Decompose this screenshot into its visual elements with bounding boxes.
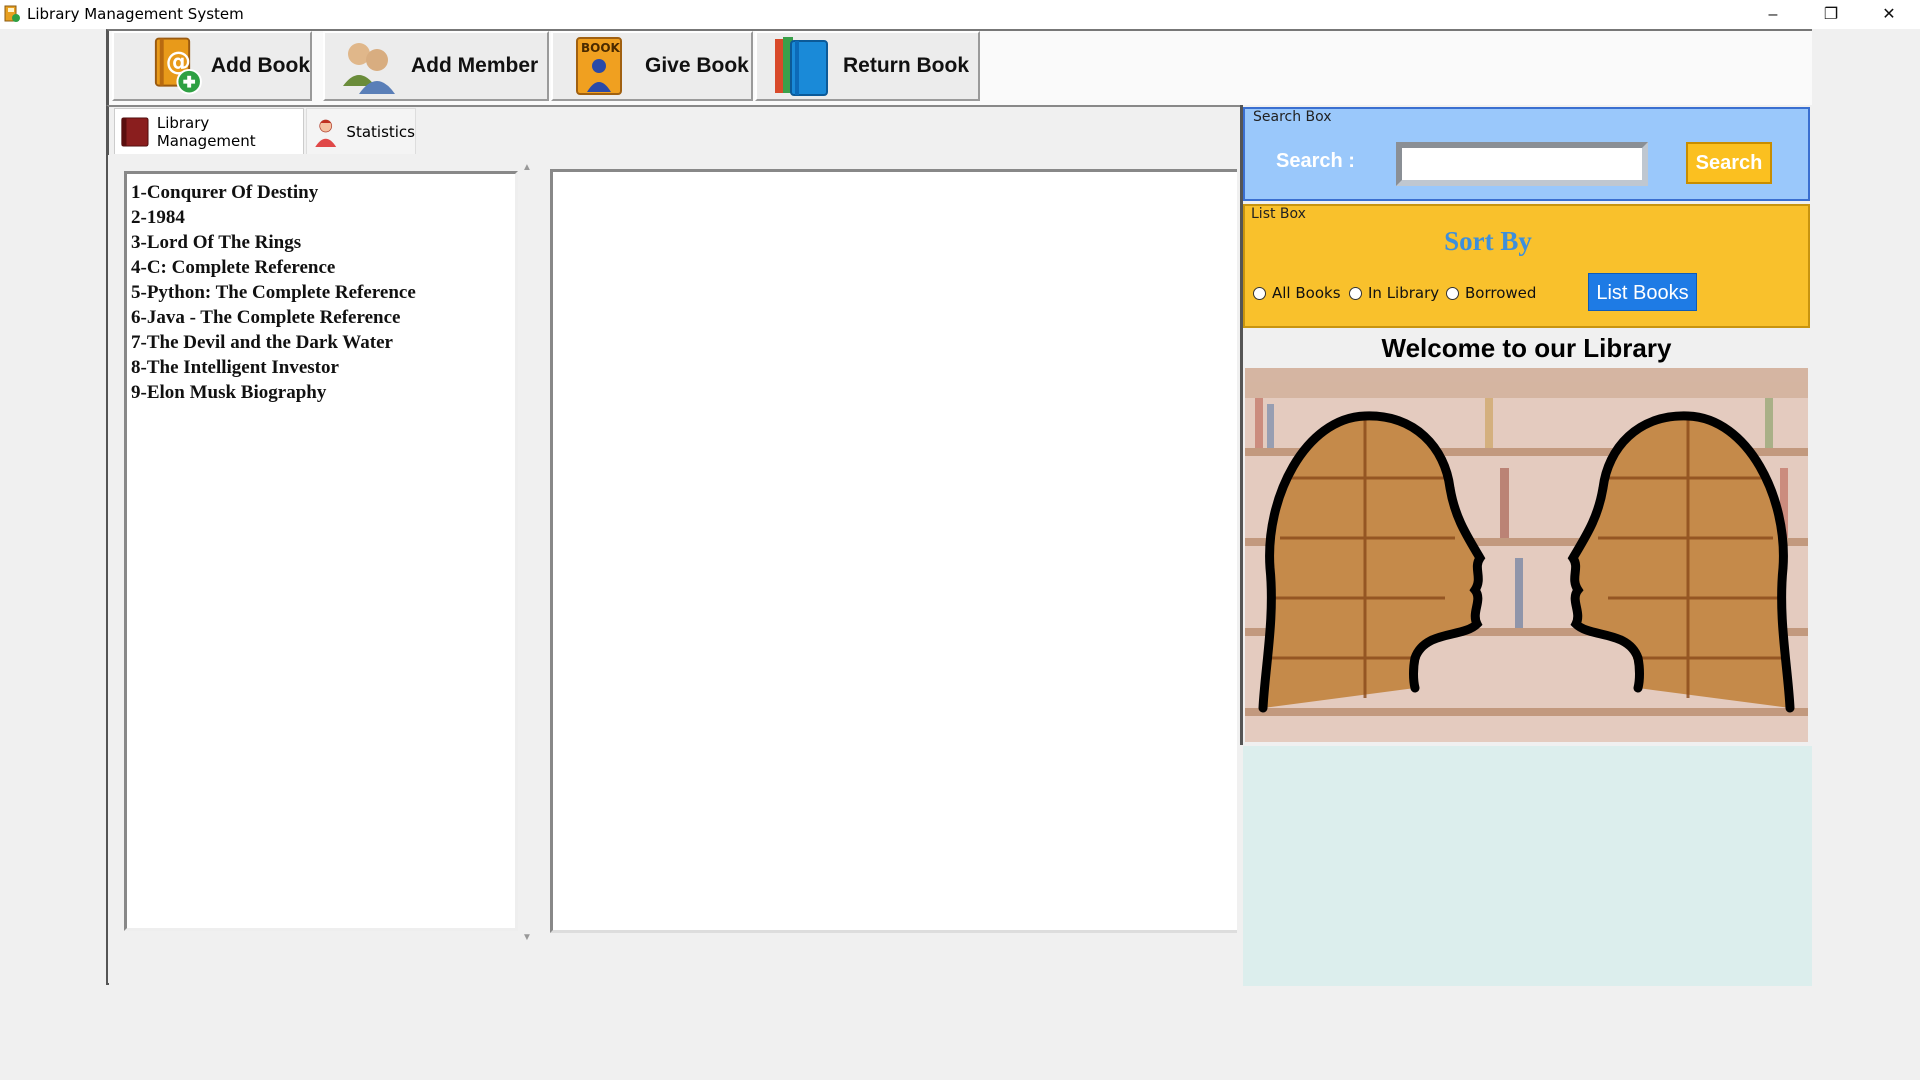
title-bar (0, 0, 1920, 29)
radio-borrowed[interactable]: Borrowed (1446, 284, 1536, 302)
right-lower-panel (1243, 746, 1812, 986)
add-member-button[interactable]: Add Member (323, 31, 549, 101)
list-item[interactable]: 5-Python: The Complete Reference (131, 280, 515, 305)
radio-icon[interactable] (1446, 286, 1459, 300)
list-item[interactable]: 8-The Intelligent Investor (131, 355, 515, 380)
give-book-icon: BOOK (576, 37, 622, 95)
search-label: Search : (1276, 150, 1355, 172)
library-banner-image (1245, 368, 1808, 742)
list-box-legend: List Box (1251, 206, 1306, 222)
list-item[interactable]: 1-Conqurer Of Destiny (131, 180, 515, 205)
person-icon (315, 119, 337, 147)
radio-in-library-label: In Library (1368, 284, 1440, 302)
list-item[interactable]: 2-1984 (131, 205, 515, 230)
tab-library-management[interactable]: Library Management (114, 108, 304, 154)
add-book-icon: @ (154, 37, 202, 95)
close-button[interactable]: ✕ (1860, 0, 1918, 29)
list-box: List Box (1243, 204, 1810, 328)
list-item[interactable]: 6-Java - The Complete Reference (131, 305, 515, 330)
scroll-up-icon[interactable]: ▲ (518, 160, 536, 176)
search-box-legend: Search Box (1253, 109, 1332, 125)
panel-divider (1240, 105, 1243, 745)
add-book-label: Add Book (210, 54, 310, 77)
svg-text:BOOK: BOOK (581, 41, 621, 55)
return-book-button[interactable]: Return Book (755, 31, 980, 101)
give-book-button[interactable]: BOOK Give Book (551, 31, 753, 101)
library-book-icon (121, 116, 149, 147)
book-list-scrollbar[interactable]: ▲ ▼ (518, 160, 536, 946)
welcome-heading: Welcome to our Library (1381, 333, 1672, 363)
add-member-icon (343, 43, 395, 94)
search-input[interactable] (1396, 142, 1648, 186)
return-book-icon (775, 37, 828, 96)
scroll-down-icon[interactable]: ▼ (518, 930, 536, 946)
app-icon (4, 5, 20, 22)
sort-by-heading: Sort By (1444, 226, 1532, 256)
details-text-area[interactable] (550, 169, 1237, 933)
return-book-label: Return Book (843, 54, 969, 77)
list-books-button[interactable]: List Books (1588, 273, 1697, 311)
restore-button[interactable]: ❐ (1802, 0, 1860, 29)
window-title: Library Management System (27, 5, 244, 23)
tab-library-management-label: Library Management (156, 113, 256, 150)
minimize-button[interactable]: – (1744, 0, 1802, 29)
list-item[interactable]: 9-Elon Musk Biography (131, 380, 515, 405)
list-item[interactable]: 3-Lord Of The Rings (131, 230, 515, 255)
list-item[interactable]: 4-C: Complete Reference (131, 255, 515, 280)
library-heads-illustration (1245, 368, 1808, 742)
give-book-label: Give Book (645, 54, 749, 77)
book-list[interactable]: 1-Conqurer Of Destiny 2-1984 3-Lord Of T… (124, 171, 518, 931)
radio-icon[interactable] (1349, 286, 1362, 300)
tab-statistics-label: Statistics (346, 122, 415, 141)
add-member-label: Add Member (411, 54, 539, 77)
add-book-button[interactable]: @ Add Book (112, 31, 312, 101)
radio-icon[interactable] (1253, 286, 1266, 300)
radio-borrowed-label: Borrowed (1465, 284, 1537, 302)
list-item[interactable]: 7-The Devil and the Dark Water (131, 330, 515, 355)
search-button[interactable]: Search (1686, 142, 1772, 184)
radio-in-library[interactable]: In Library (1349, 284, 1439, 302)
tab-statistics[interactable]: Statistics (306, 108, 416, 154)
radio-all-books-label: All Books (1272, 284, 1341, 302)
radio-all-books[interactable]: All Books (1253, 284, 1341, 302)
